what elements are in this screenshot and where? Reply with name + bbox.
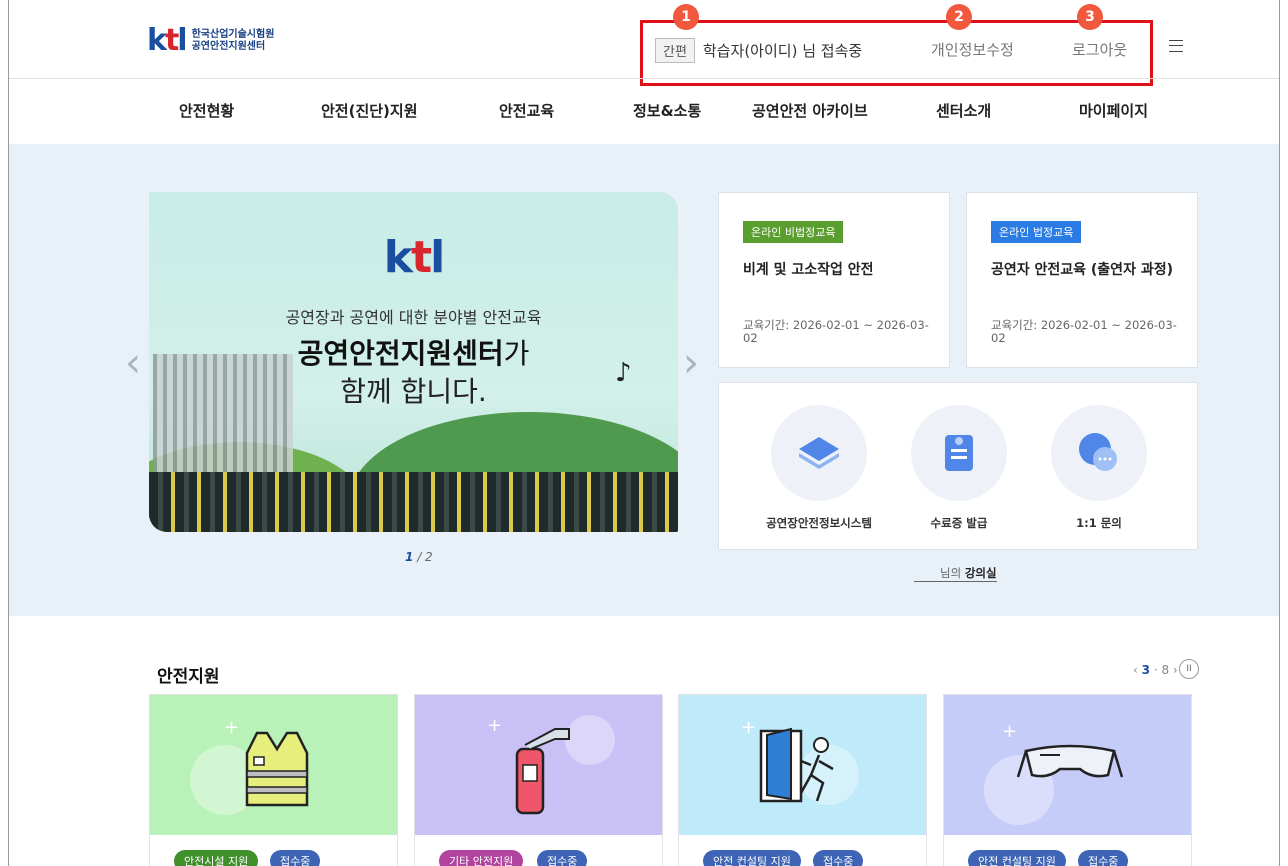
support-card-3[interactable]: + 안전 컨설팅 지원 접수중: [678, 694, 927, 866]
quick-link-inquiry[interactable]: 1:1 문의: [1029, 405, 1169, 531]
support-card-image: +: [679, 695, 926, 835]
course-period: 교육기간: 2026-02-01 ~ 2026-03-02: [743, 318, 929, 345]
quick-link-certificate[interactable]: 수료증 발급: [889, 405, 1029, 531]
classroom-bold: 강의실: [964, 566, 997, 580]
svg-text:+: +: [741, 717, 756, 738]
course-period: 교육기간: 2026-02-01 ~ 2026-03-02: [991, 318, 1177, 345]
fire-extinguisher-icon: +: [487, 715, 570, 815]
ktl-logo-mark: ktl: [147, 23, 188, 58]
status-pill: 접수중: [1078, 850, 1129, 866]
support-type-pill: 안전 컨설팅 지원: [968, 850, 1066, 866]
status-pill: 접수중: [537, 850, 588, 866]
banner-headline-2: 함께 합니다.: [340, 375, 487, 408]
nav-item-center-intro[interactable]: 센터소개: [936, 100, 991, 121]
logo-line-1: 한국산업기술시험원: [191, 29, 275, 40]
chat-icon: [1051, 405, 1147, 501]
banner-headline: 공연안전지원센터가: [149, 332, 678, 372]
system-icon: [771, 405, 867, 501]
pause-icon[interactable]: II: [1179, 659, 1199, 679]
support-type-pill: 안전시설 지원: [174, 850, 259, 866]
header-divider: [9, 78, 1279, 79]
chevron-left-icon[interactable]: ‹: [125, 340, 141, 386]
banner-page-current: 1: [405, 550, 414, 564]
section-title-safety-support: 안전지원: [157, 667, 220, 687]
course-card-2[interactable]: 온라인 법정교육 공연자 안전교육 (출연자 과정) 교육기간: 2026-02…: [966, 192, 1198, 368]
header: ktl 한국산업기술시험원 공연안전지원센터 간편 학습자(아이디) 님 접속중…: [9, 0, 1279, 86]
support-card-1[interactable]: + 안전시설 지원 접수중: [149, 694, 398, 866]
support-card-image: +: [944, 695, 1191, 835]
svg-text:+: +: [1002, 721, 1017, 742]
status-pill: 접수중: [270, 850, 321, 866]
support-card-4[interactable]: + 안전 컨설팅 지원 접수중: [943, 694, 1192, 866]
main-nav: 안전현황 안전(진단)지원 안전교육 정보&소통 공연안전 아카이브 센터소개 …: [9, 100, 1279, 124]
section-pager: ‹ 3 · 8 ›: [1133, 663, 1178, 677]
nav-item-safety-status[interactable]: 안전현황: [179, 100, 234, 121]
main-banner[interactable]: ktl 공연장과 공연에 대한 분야별 안전교육 공연안전지원센터가 함께 합니…: [149, 192, 678, 532]
banner-crowd: [149, 472, 678, 532]
marker-2: 2: [946, 4, 972, 30]
quick-link-label: 수료증 발급: [930, 516, 988, 530]
nav-item-info-communication[interactable]: 정보&소통: [633, 100, 701, 121]
course-tag: 온라인 법정교육: [991, 221, 1082, 243]
quick-link-label: 공연장안전정보시스템: [766, 516, 872, 530]
hero-section: ‹ ktl 공연장과 공연에 대한 분야별 안전교육 공연안전지원센터가 함께 …: [9, 144, 1279, 616]
nav-item-safety-education[interactable]: 안전교육: [499, 100, 554, 121]
certificate-icon: [911, 405, 1007, 501]
quick-link-system[interactable]: 공연장안전정보시스템: [749, 405, 889, 531]
marker-3: 3: [1077, 4, 1103, 30]
support-card-image: +: [415, 695, 662, 835]
safety-goggles-icon: +: [1002, 721, 1124, 778]
banner-headline-bold: 공연안전지원센터: [297, 337, 504, 370]
course-title: 비계 및 고소작업 안전: [743, 262, 874, 278]
quick-link-label: 1:1 문의: [1076, 516, 1122, 530]
logo-text: 한국산업기술시험원 공연안전지원센터: [192, 29, 275, 53]
pager-next-icon[interactable]: ›: [1173, 663, 1178, 677]
support-card-2[interactable]: + 기타 안전지원 접수중: [414, 694, 663, 866]
course-tag: 온라인 비법정교육: [743, 221, 844, 243]
status-pill: 접수중: [813, 850, 864, 866]
banner-logo: ktl: [383, 232, 445, 283]
pager-current: 3: [1141, 663, 1150, 677]
banner-subtitle: 공연장과 공연에 대한 분야별 안전교육: [285, 308, 542, 327]
site-logo[interactable]: ktl 한국산업기술시험원 공연안전지원센터: [147, 26, 274, 56]
pager-total: · 8: [1153, 663, 1170, 677]
course-title: 공연자 안전교육 (출연자 과정): [991, 262, 1173, 278]
chevron-right-icon[interactable]: ›: [683, 340, 699, 386]
emergency-exit-icon: +: [741, 717, 834, 803]
nav-item-mypage[interactable]: 마이페이지: [1079, 100, 1148, 121]
svg-text:+: +: [224, 717, 239, 738]
course-card-1[interactable]: 온라인 비법정교육 비계 및 고소작업 안전 교육기간: 2026-02-01 …: [718, 192, 950, 368]
hamburger-icon[interactable]: [1169, 40, 1183, 52]
music-note-icon: ♪: [615, 358, 632, 388]
support-card-image: +: [150, 695, 397, 835]
classroom-prefix: 님의: [940, 566, 965, 580]
logo-line-2: 공연안전지원센터: [191, 41, 266, 52]
support-type-pill: 안전 컨설팅 지원: [703, 850, 801, 866]
marker-1: 1: [673, 4, 699, 30]
banner-page-total: / 2: [417, 550, 433, 564]
pager-prev-icon[interactable]: ‹: [1133, 663, 1138, 677]
quick-links-panel: 공연장안전정보시스템 수료증 발급 1:1 문의: [718, 382, 1198, 550]
safety-vest-icon: +: [224, 717, 309, 807]
highlight-box: [640, 20, 1153, 86]
my-classroom-link[interactable]: 님의 강의실: [914, 565, 997, 582]
support-type-pill: 기타 안전지원: [439, 850, 524, 866]
banner-pager: 1 / 2: [405, 550, 433, 564]
nav-item-archive[interactable]: 공연안전 아카이브: [752, 100, 868, 121]
nav-item-safety-support[interactable]: 안전(진단)지원: [321, 100, 418, 121]
svg-text:+: +: [487, 715, 502, 736]
page-frame: ktl 한국산업기술시험원 공연안전지원센터 간편 학습자(아이디) 님 접속중…: [8, 0, 1280, 866]
banner-headline-rest: 가: [503, 337, 530, 370]
